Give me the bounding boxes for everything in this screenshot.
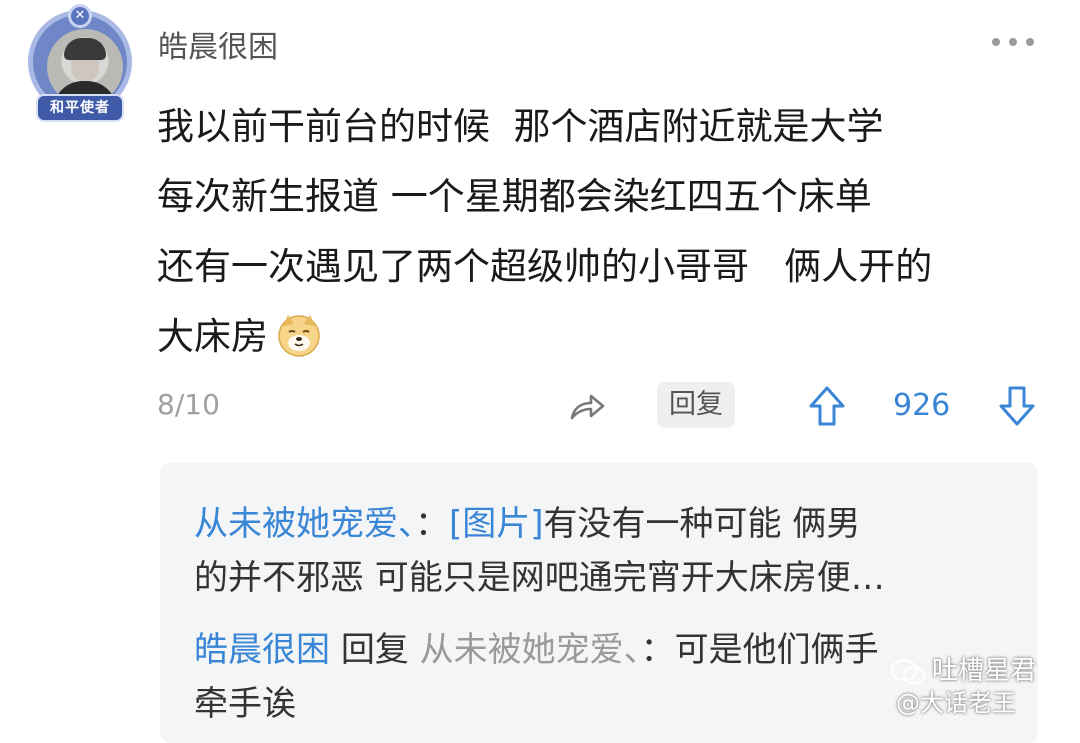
- reply-button[interactable]: 回复: [657, 382, 735, 428]
- vote-count: 926: [893, 388, 951, 423]
- post-date: 8/10: [157, 388, 220, 421]
- post-content: 我以前干前台的时候 那个酒店附近就是大学 每次新生报道 一个星期都会染红四五个床…: [157, 92, 1057, 372]
- content-line-last: 大床房: [157, 302, 1057, 372]
- avatar-cap-shape: [64, 38, 106, 60]
- avatar-badge: 和平使者: [36, 94, 124, 122]
- watermark-account: 吐槽星君: [932, 656, 1037, 686]
- watermark: 吐槽星君 @大话老王: [890, 655, 1036, 719]
- content-line-text: 大床房: [157, 315, 268, 358]
- post-actions: 8/10 回复 926: [157, 382, 1037, 430]
- reply-2-text: 可是他们俩手: [674, 630, 879, 670]
- share-icon[interactable]: [567, 386, 607, 426]
- reply-1-text: 有没有一种可能 俩男: [543, 504, 861, 544]
- doge-emoji-icon: [278, 314, 320, 357]
- reply-1-author[interactable]: 从未被她宠爱、: [194, 504, 415, 544]
- watermark-line-2: @大话老王: [896, 689, 1016, 717]
- content-line: 每次新生报道 一个星期都会染红四五个床单: [157, 175, 872, 218]
- reply-1-colon: ：: [415, 504, 449, 544]
- reply-2-colon: ：: [640, 630, 675, 670]
- watermark-line-1: 吐槽星君: [890, 655, 1036, 687]
- avatar[interactable]: ✕ 和平使者: [22, 4, 138, 130]
- reply-2-line-2: 牵手诶: [194, 684, 296, 724]
- reply-1-image-tag[interactable]: [图片]: [449, 504, 544, 544]
- content-line: 我以前干前台的时候 那个酒店附近就是大学: [157, 105, 884, 148]
- reply-2-target[interactable]: 从未被她宠爱、: [420, 630, 641, 670]
- crossed-swords-icon: ✕: [68, 4, 92, 28]
- reply-2-author[interactable]: 皓晨很困: [194, 630, 330, 670]
- wechat-icon: [891, 658, 925, 684]
- reply-2-reply-word: 回复: [340, 630, 409, 670]
- reply-1-line-1: 从未被她宠爱、：[图片]有没有一种可能 俩男: [194, 497, 860, 551]
- content-line: 还有一次遇见了两个超级帅的小哥哥 俩人开的: [157, 245, 933, 288]
- reply-1-line-2: 的并不邪恶 可能只是网吧通完宵开大床房便…: [194, 558, 885, 598]
- reply-2-line-1: 皓晨很困 回复 从未被她宠爱、：可是他们俩手: [194, 623, 879, 677]
- upvote-arrow-icon[interactable]: [807, 384, 847, 428]
- username[interactable]: 皓晨很困: [158, 22, 278, 66]
- more-options-icon[interactable]: [992, 38, 1034, 48]
- downvote-arrow-icon[interactable]: [997, 384, 1037, 428]
